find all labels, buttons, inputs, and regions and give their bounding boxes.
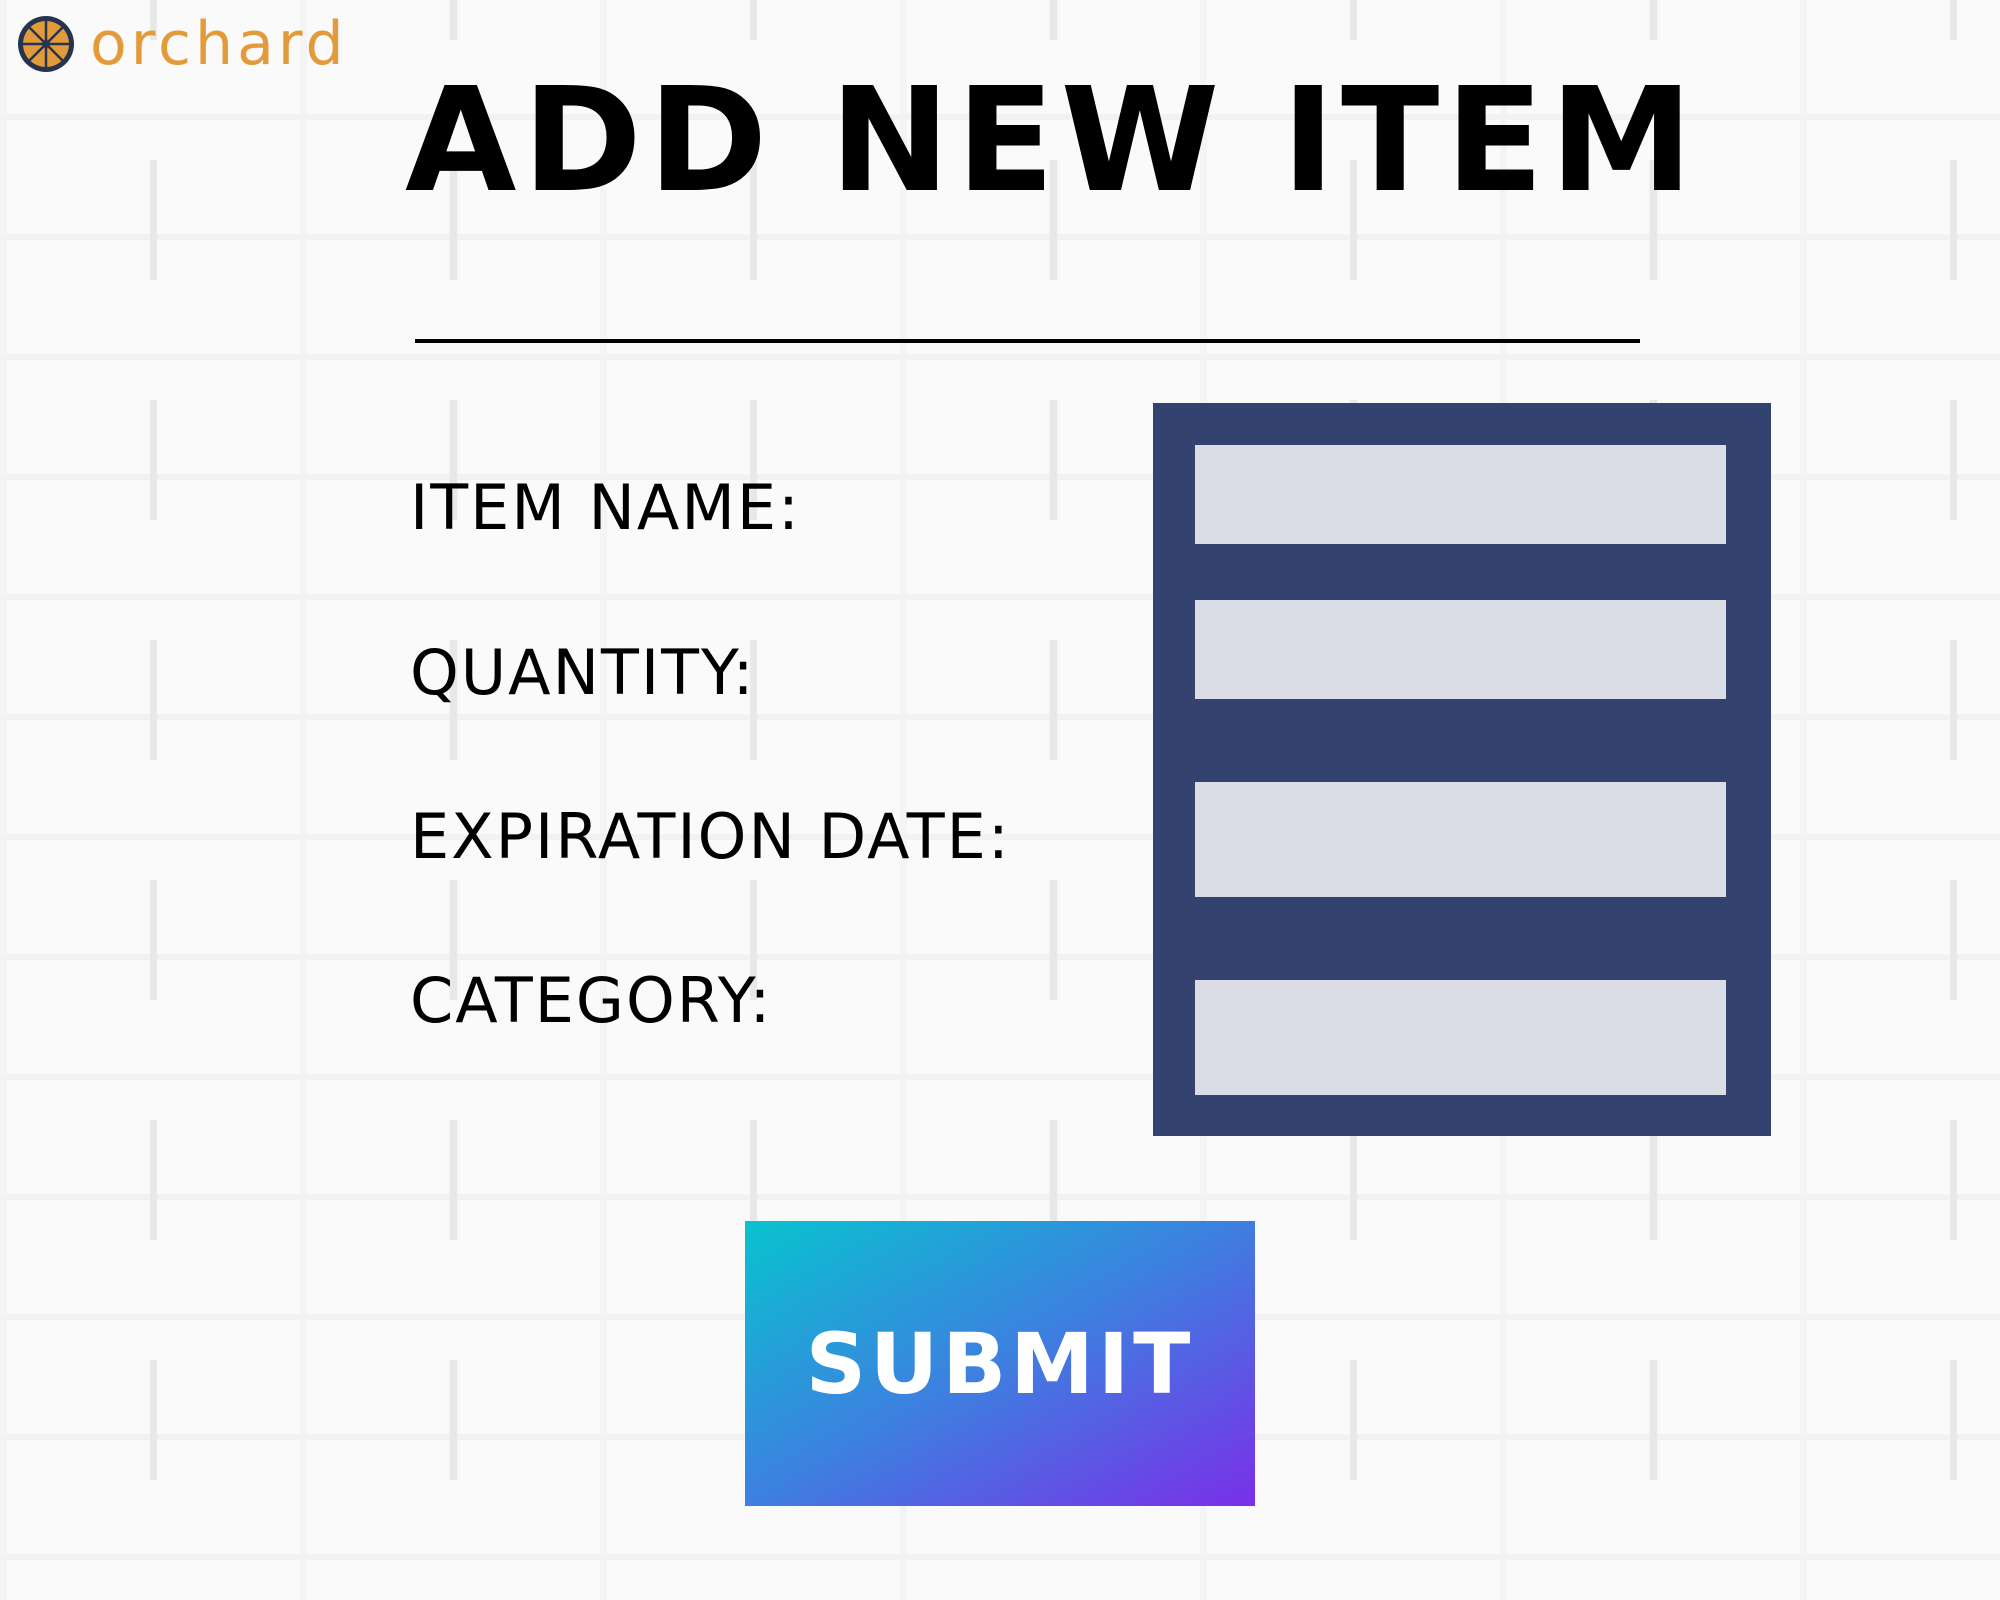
item-name-label: ITEM NAME: [410,471,801,544]
expiration-date-label: EXPIRATION DATE: [410,800,1011,873]
form-input-panel [1153,403,1771,1136]
item-name-input[interactable] [1195,445,1726,544]
category-label: CATEGORY: [410,964,773,1037]
brand-logo: orchard [16,14,348,74]
page-title: ADD NEW ITEM [405,56,1699,224]
brand-name: orchard [90,9,348,79]
category-input[interactable] [1195,980,1726,1095]
title-divider [415,339,1640,343]
expiration-date-input[interactable] [1195,782,1726,897]
orange-slice-icon [18,16,74,72]
quantity-label: QUANTITY: [410,636,756,709]
submit-button[interactable]: SUBMIT [745,1221,1255,1506]
quantity-input[interactable] [1195,600,1726,699]
